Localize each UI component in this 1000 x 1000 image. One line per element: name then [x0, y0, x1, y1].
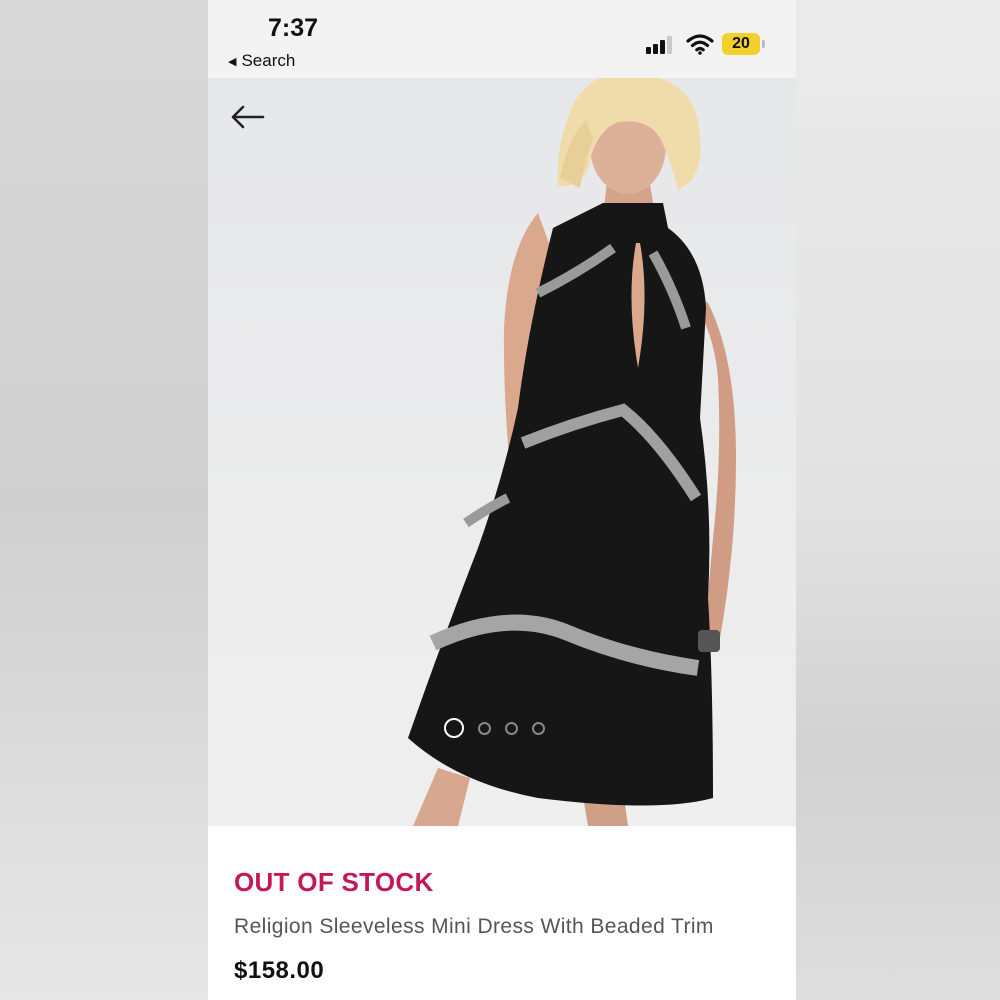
product-title: Religion Sleeveless Mini Dress With Bead…: [234, 915, 714, 938]
product-info: OUT OF STOCK Religion Sleeveless Mini Dr…: [208, 826, 796, 1000]
battery-cap: [762, 40, 765, 48]
phone-screen: 7:37 ◀ Search 20 OUT OF STOCK Religion S…: [208, 0, 796, 1000]
battery-icon: 20: [722, 33, 760, 55]
product-photo: [408, 78, 736, 826]
status-time: 7:37: [268, 14, 319, 42]
left-blur-margin: [0, 0, 208, 1000]
pagination-dot-1[interactable]: [444, 718, 464, 738]
wifi-icon: [686, 34, 714, 55]
pagination-dot-3[interactable]: [505, 721, 518, 735]
product-image-carousel[interactable]: [208, 78, 796, 826]
battery-level: 20: [732, 35, 750, 52]
back-to-search-label: Search: [241, 51, 296, 70]
product-price: $158.00: [234, 957, 325, 984]
pagination-dot-2[interactable]: [478, 721, 491, 735]
pagination-dot-4[interactable]: [532, 721, 545, 735]
right-blur-margin: [796, 0, 1000, 1000]
arrow-left-icon[interactable]: [230, 104, 266, 130]
image-pagination: [444, 718, 545, 738]
cellular-signal-icon: [646, 36, 674, 54]
back-to-search-link[interactable]: ◀ Search: [228, 51, 295, 71]
status-bar: 7:37 ◀ Search 20: [208, 0, 796, 78]
stock-status: OUT OF STOCK: [234, 867, 434, 897]
back-triangle-icon: ◀: [228, 55, 237, 68]
